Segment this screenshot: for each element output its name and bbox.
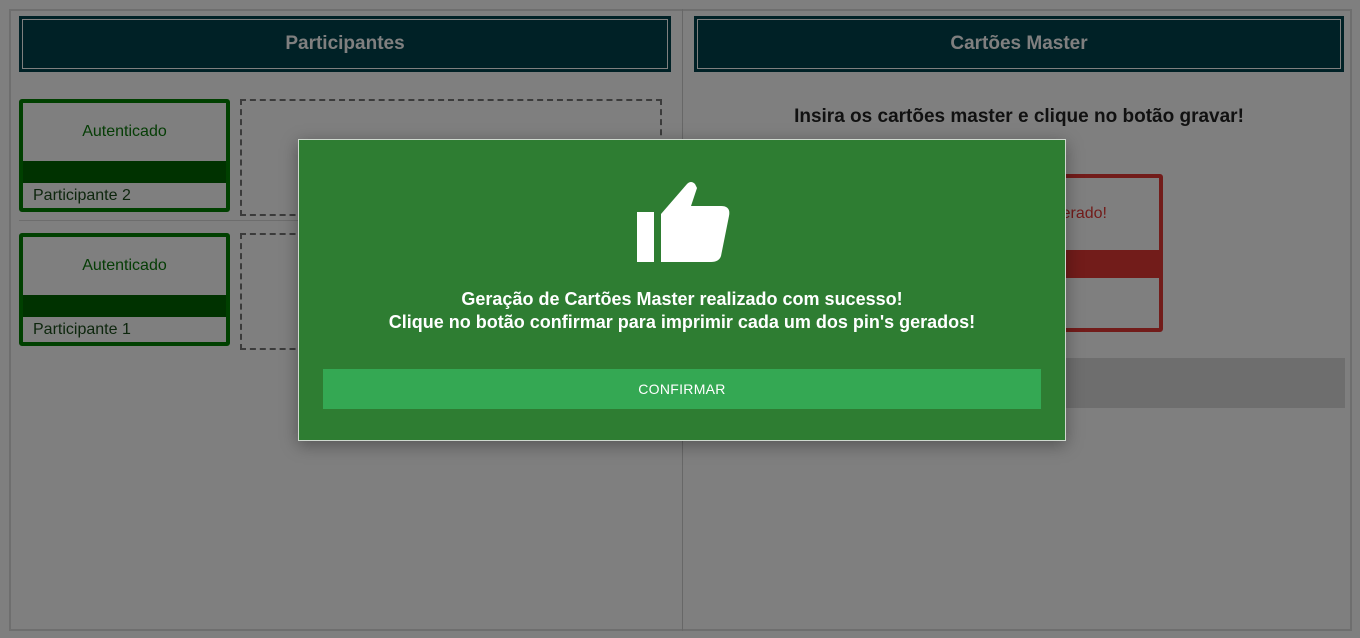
app-root: Participantes Autenticado Participante 2… [0,0,1360,638]
success-dialog: Geração de Cartões Master realizado com … [298,139,1066,441]
dialog-message-line2: Clique no botão confirmar para imprimir … [388,312,976,332]
dialog-message: Geração de Cartões Master realizado com … [299,288,1065,334]
thumbs-up-icon [637,182,730,262]
dialog-message-line1: Geração de Cartões Master realizado com … [461,289,903,309]
confirm-button[interactable]: CONFIRMAR [323,369,1041,409]
